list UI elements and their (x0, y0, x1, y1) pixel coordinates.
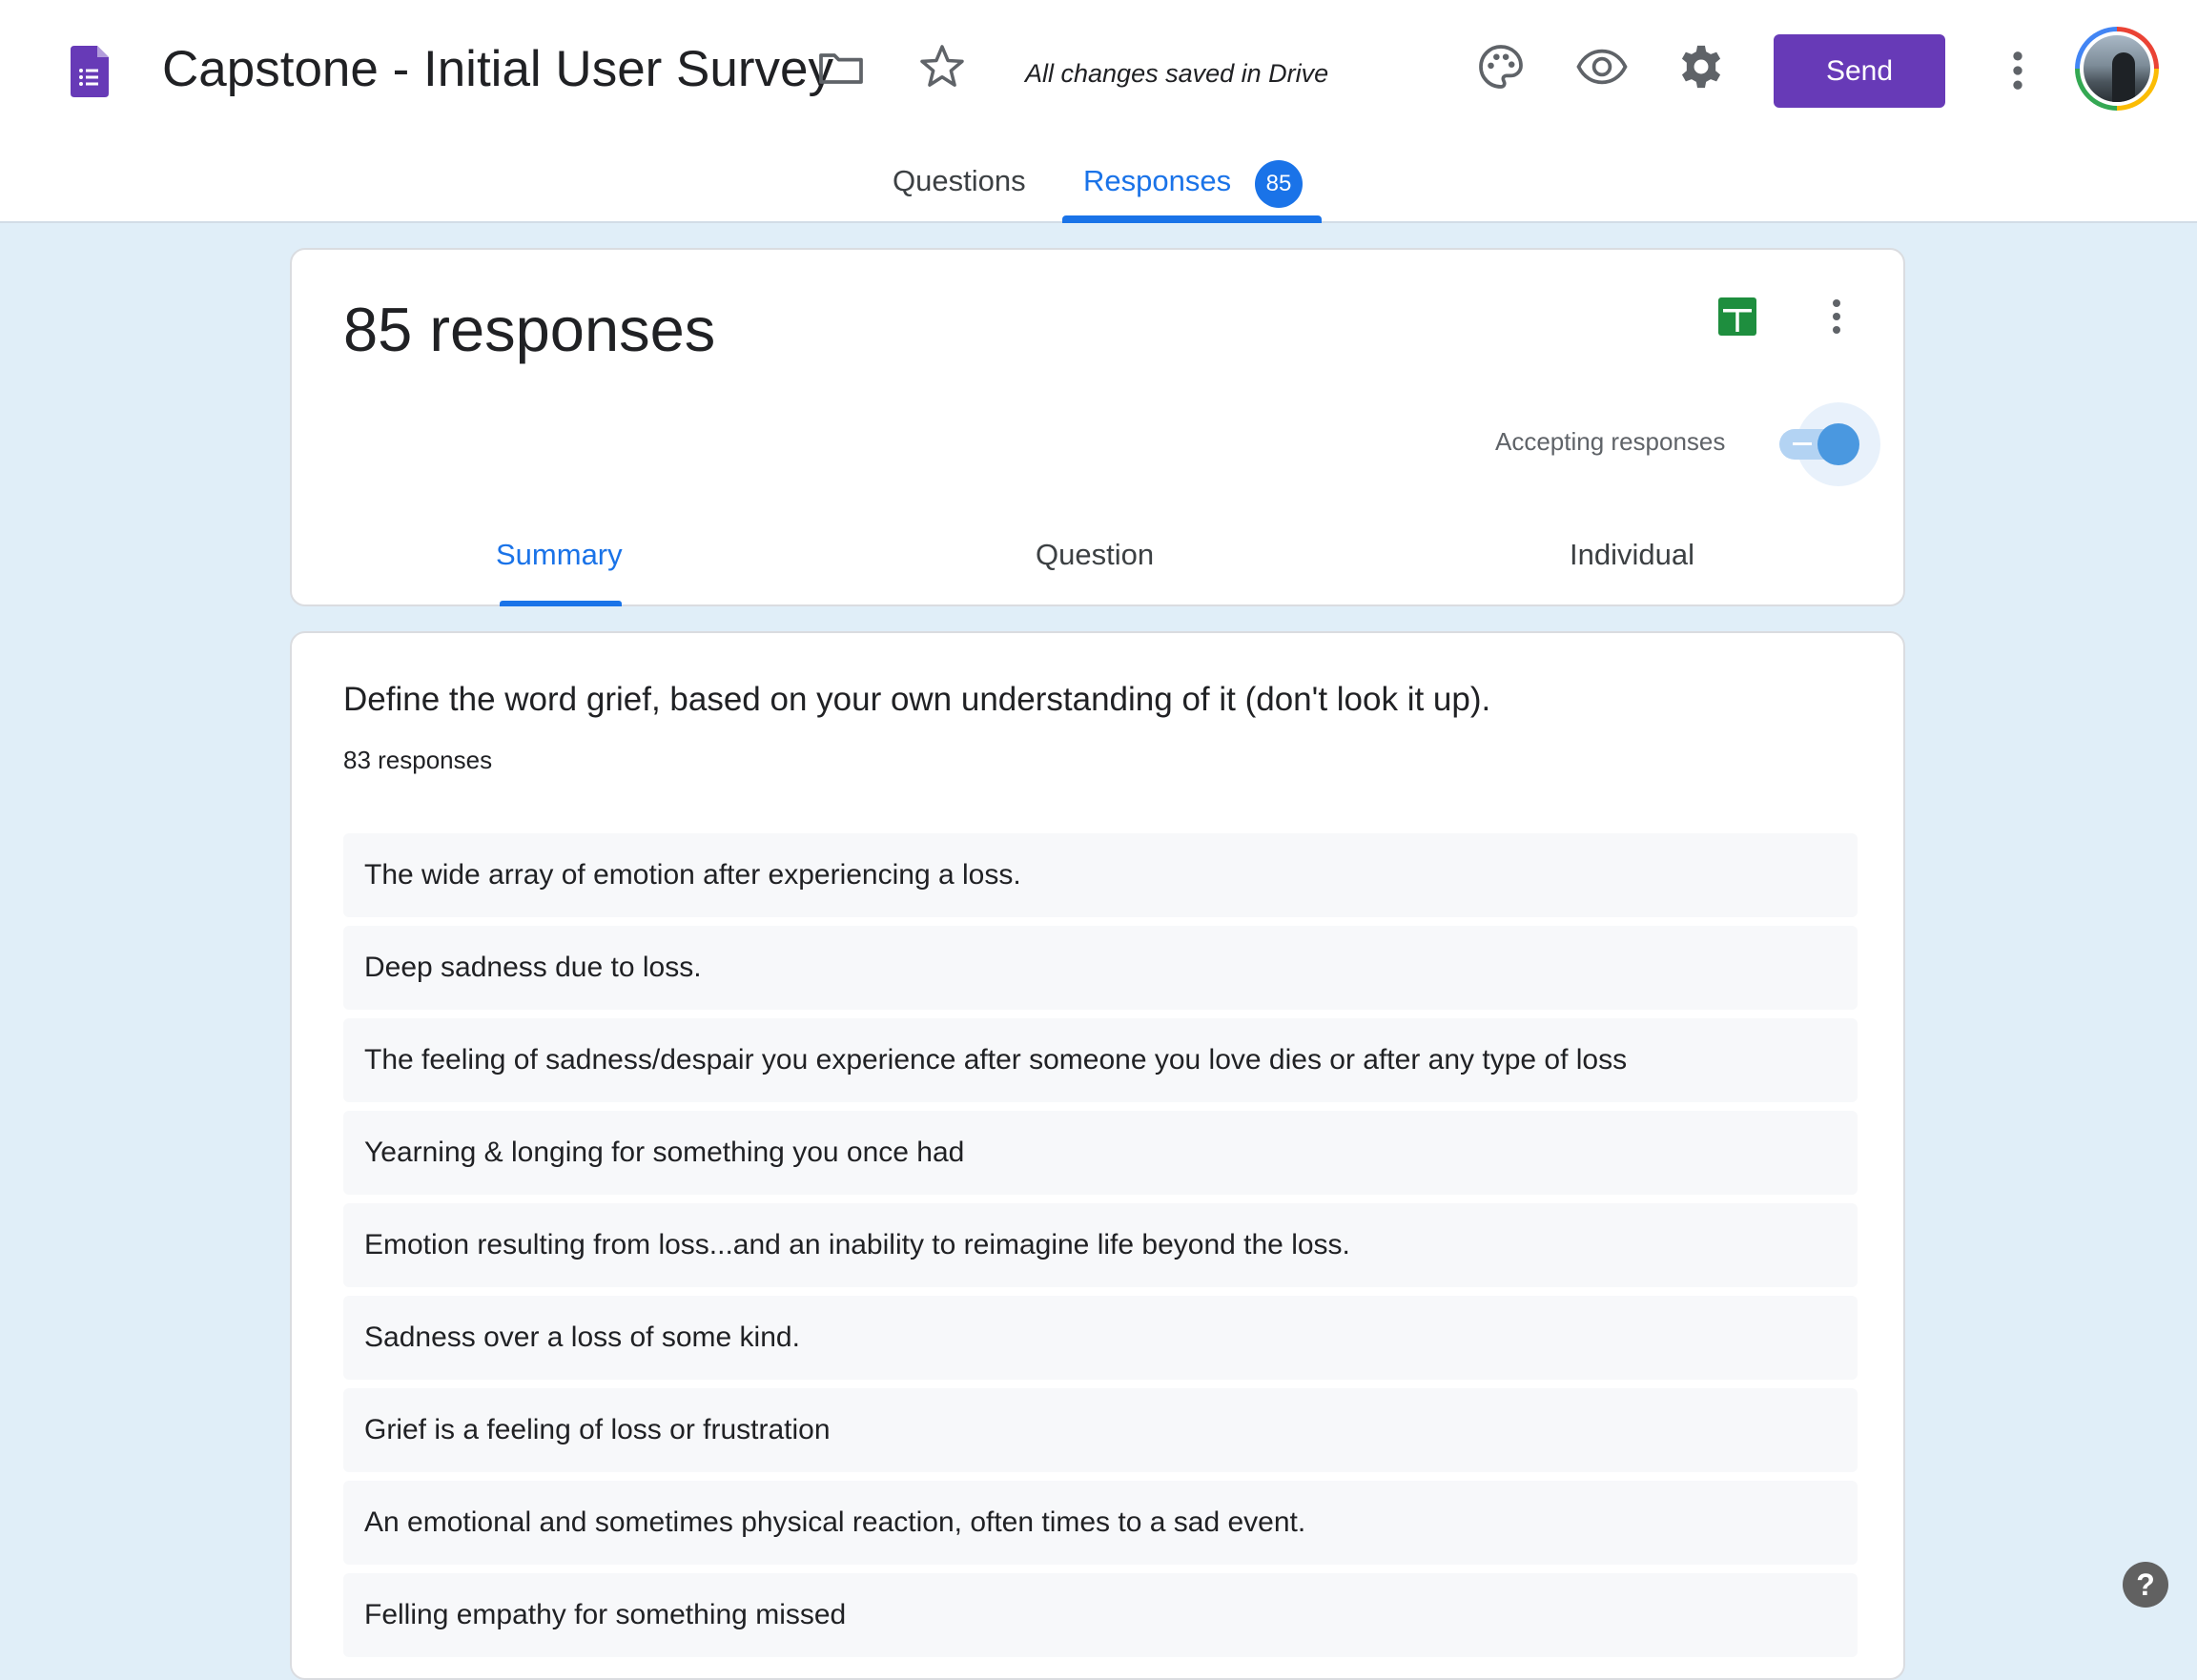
star-icon[interactable] (915, 40, 969, 93)
app-header: Capstone - Initial User Survey All chang… (0, 0, 2197, 223)
question-title: Define the word grief, based on your own… (343, 681, 1491, 718)
responses-summary-card: 85 responses Accepting responses Summary… (290, 248, 1905, 606)
save-status[interactable]: All changes saved in Drive (1025, 59, 1328, 89)
active-subtab-indicator (500, 601, 622, 606)
forms-app-icon[interactable] (71, 46, 109, 97)
sheets-icon[interactable] (1716, 296, 1758, 338)
help-icon[interactable]: ? (2123, 1562, 2168, 1608)
active-tab-indicator (1062, 215, 1322, 223)
answer-item: The wide array of emotion after experien… (343, 833, 1858, 917)
palette-icon[interactable] (1474, 40, 1528, 93)
accepting-responses-label: Accepting responses (1495, 427, 1726, 456)
form-tabs: Questions Responses 85 (0, 153, 2197, 223)
answer-item: Grief is a feeling of loss or frustratio… (343, 1388, 1858, 1472)
avatar[interactable] (2075, 27, 2159, 111)
tab-individual[interactable]: Individual (1570, 538, 1694, 572)
answer-item: Yearning & longing for something you onc… (343, 1111, 1858, 1195)
answer-item: Emotion resulting from loss...and an ina… (343, 1203, 1858, 1287)
question-response-count: 83 responses (343, 746, 493, 774)
eye-icon[interactable] (1575, 40, 1629, 93)
tab-summary[interactable]: Summary (496, 538, 623, 572)
answer-list: The wide array of emotion after experien… (343, 833, 1858, 1666)
folder-icon[interactable] (814, 42, 868, 95)
answer-item: Deep sadness due to loss. (343, 926, 1858, 1010)
more-vert-icon[interactable] (1991, 44, 2044, 97)
toggle-knob (1817, 423, 1859, 465)
responses-count-badge: 85 (1255, 160, 1303, 208)
gear-icon[interactable] (1674, 40, 1728, 93)
answer-item: The feeling of sadness/despair you exper… (343, 1018, 1858, 1102)
tab-question[interactable]: Question (1036, 538, 1154, 572)
answer-item: Sadness over a loss of some kind. (343, 1296, 1858, 1380)
avatar-photo (2080, 31, 2154, 106)
responses-count-title: 85 responses (343, 295, 716, 364)
tab-responses[interactable]: Responses (1083, 164, 1231, 198)
tab-questions[interactable]: Questions (893, 164, 1026, 198)
question-summary-card: Define the word grief, based on your own… (290, 631, 1905, 1680)
send-button[interactable]: Send (1774, 34, 1945, 108)
answer-item: Felling empathy for something missed (343, 1573, 1858, 1657)
accepting-responses-toggle[interactable] (1776, 402, 1880, 486)
answer-item: An emotional and sometimes physical reac… (343, 1481, 1858, 1565)
more-vert-icon[interactable] (1814, 292, 1859, 341)
document-title[interactable]: Capstone - Initial User Survey (162, 40, 833, 98)
